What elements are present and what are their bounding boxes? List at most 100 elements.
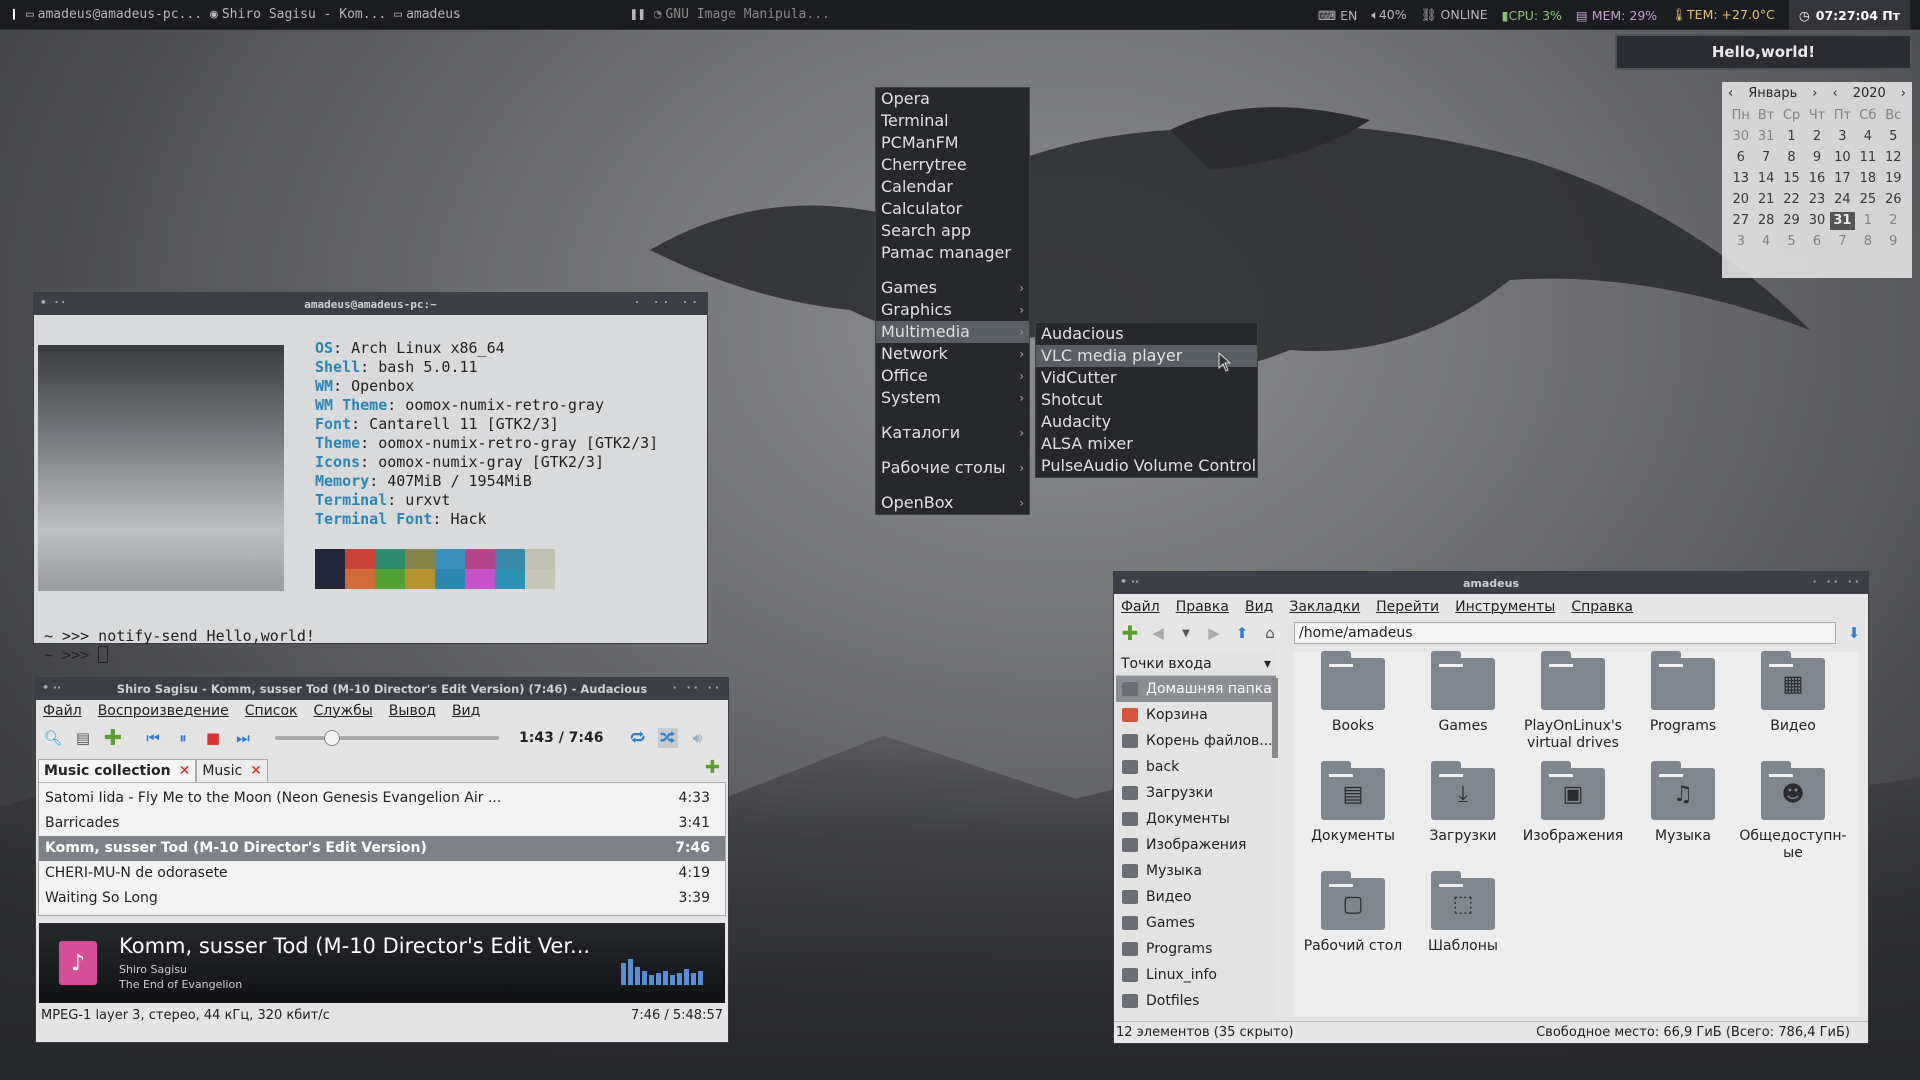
calendar-day[interactable]: 28 [1753,212,1778,230]
file-item[interactable]: ☻ Общедоступн-ые [1738,761,1848,872]
submenu-item[interactable]: PulseAudio Volume Control [1036,455,1257,477]
prev-year-icon[interactable]: ‹ [1832,86,1837,101]
menu-Перейти[interactable]: Перейти [1376,599,1439,615]
playlist-row[interactable]: Satomi Iida - Fly Me to the Moon (Neon G… [39,786,725,811]
menu-item[interactable]: Calendar [876,176,1029,198]
window-menu-icon[interactable]: • ·· [42,681,61,694]
sidebar-item[interactable]: Programs [1116,936,1276,962]
calendar-day[interactable]: 25 [1855,191,1880,209]
calendar-day[interactable]: 15 [1779,170,1804,188]
add-playlist-icon[interactable]: ✚ [705,757,720,778]
calendar-day[interactable]: 27 [1728,212,1753,230]
menu-category-office[interactable]: Office › [876,365,1029,387]
go-icon[interactable]: ⬇ [1844,623,1864,643]
calendar-day[interactable]: 13 [1728,170,1753,188]
calendar-day[interactable]: 4 [1753,233,1778,251]
calendar-day[interactable]: 9 [1804,149,1829,167]
calendar-day[interactable]: 21 [1753,191,1778,209]
window-controls-icon[interactable]: · ·· ·· [1812,575,1862,588]
file-item[interactable]: ♫ Музыка [1628,761,1738,872]
new-tab-icon[interactable]: ✚ [1120,621,1140,645]
menu-category-system[interactable]: System › [876,387,1029,409]
menu-category-network[interactable]: Network › [876,343,1029,365]
file-item[interactable]: ⤓ Загрузки [1408,761,1518,872]
prev-month-icon[interactable]: ‹ [1728,86,1733,101]
menu-Службы[interactable]: Службы [313,703,372,719]
calendar-day[interactable]: 20 [1728,191,1753,209]
calendar-day[interactable]: 16 [1804,170,1829,188]
back-icon[interactable]: ◀ [1148,623,1168,643]
file-item[interactable]: Programs [1628,651,1738,762]
search-icon[interactable]: 🔍︎ [43,728,63,748]
network-indicator[interactable]: ⛓ ONLINE [1421,7,1488,23]
forward-icon[interactable]: ▶ [1204,623,1224,643]
sidebar-item[interactable]: Dotfiles [1116,988,1276,1014]
sidebar-item[interactable]: Linux_info [1116,962,1276,988]
seek-slider[interactable] [275,730,499,746]
close-icon[interactable]: ✕ [250,763,262,779]
tab-music[interactable]: Music ✕ [196,759,268,782]
calendar-day[interactable]: 9 [1881,233,1906,251]
calendar-day[interactable]: 4 [1855,128,1880,146]
playlist-row[interactable]: Barricades 3:41 [39,811,725,836]
pause-icon[interactable]: ⏸︎ [173,728,193,748]
sidebar-item[interactable]: Документы [1116,806,1276,832]
open-files-icon[interactable]: ▤ [73,728,93,748]
add-icon[interactable]: ✚ [103,726,123,751]
volume-indicator[interactable]: 🔈︎40% [1371,7,1406,23]
shuffle-icon[interactable]: 🔀︎ [657,728,678,748]
calendar-day[interactable]: 30 [1804,212,1829,230]
menu-category-games[interactable]: Games › [876,277,1029,299]
calendar-day[interactable]: 5 [1881,128,1906,146]
sidebar-item[interactable]: Корзина [1116,702,1276,728]
menu-Вид[interactable]: Вид [1245,599,1273,615]
menu-item[interactable]: Terminal [876,110,1029,132]
menu-item[interactable]: Pamac manager [876,242,1029,264]
playlist-row[interactable]: CHERI-MU-N de odorasete 4:19 [39,861,725,886]
tab-music-collection[interactable]: Music collection ✕ [38,759,197,782]
sidebar-item[interactable]: Загрузки [1116,780,1276,806]
volume-icon[interactable]: 🔊︎ [688,728,708,748]
menu-item[interactable]: Search app [876,220,1029,242]
previous-icon[interactable]: ⏮︎ [143,728,163,748]
menu-category-graphics[interactable]: Graphics › [876,299,1029,321]
stop-icon[interactable]: ■ [203,728,223,748]
calendar-day[interactable]: 7 [1753,149,1778,167]
home-icon[interactable]: ⌂ [1260,623,1280,643]
sidebar-item[interactable]: Музыка [1116,858,1276,884]
calendar-day[interactable]: 7 [1830,233,1855,251]
places-header[interactable]: Точки входа ▾ [1116,652,1276,676]
seek-knob[interactable] [324,730,341,746]
path-field[interactable]: /home/amadeus [1294,622,1836,644]
calendar-day[interactable]: 31 [1753,128,1778,146]
calendar-day[interactable]: 1 [1779,128,1804,146]
calendar-day[interactable]: 23 [1804,191,1829,209]
window-controls-icon[interactable]: · ·· ·· [672,681,722,694]
calendar-day[interactable]: 8 [1779,149,1804,167]
calendar-day[interactable]: 24 [1830,191,1855,209]
sidebar-item[interactable]: Видео [1116,884,1276,910]
menu-Вид[interactable]: Вид [452,703,480,719]
history-dropdown-icon[interactable]: ▼ [1176,623,1196,643]
file-item[interactable]: ▤ Документы [1298,761,1408,872]
menu-Список[interactable]: Список [245,703,298,719]
menu-Воспроизведение[interactable]: Воспроизведение [98,703,229,719]
menu-Вывод[interactable]: Вывод [389,703,436,719]
notification-popup[interactable]: Hello,world! [1615,34,1912,70]
next-year-icon[interactable]: › [1901,86,1906,101]
calendar-day[interactable]: 26 [1881,191,1906,209]
calendar-day[interactable]: 18 [1855,170,1880,188]
menu-Справка[interactable]: Справка [1571,599,1633,615]
submenu-item[interactable]: ALSA mixer [1036,433,1257,455]
calendar-day[interactable]: 8 [1855,233,1880,251]
terminal-titlebar[interactable]: • ·· amadeus@amadeus-pc:~ · ·· ·· [34,293,707,315]
menu-Закладки[interactable]: Закладки [1289,599,1360,615]
menu-item[interactable]: Calculator [876,198,1029,220]
file-item[interactable]: PlayOnLinux's virtual drives [1518,651,1628,762]
calendar-day[interactable]: 3 [1728,233,1753,251]
menu-item-catalogs[interactable]: Каталоги › [876,422,1029,444]
submenu-item[interactable]: Audacity [1036,411,1257,433]
next-icon[interactable]: ⏭︎ [233,728,253,748]
menu-item-desktops[interactable]: Рабочие столы › [876,457,1029,479]
calendar-day[interactable]: 5 [1779,233,1804,251]
